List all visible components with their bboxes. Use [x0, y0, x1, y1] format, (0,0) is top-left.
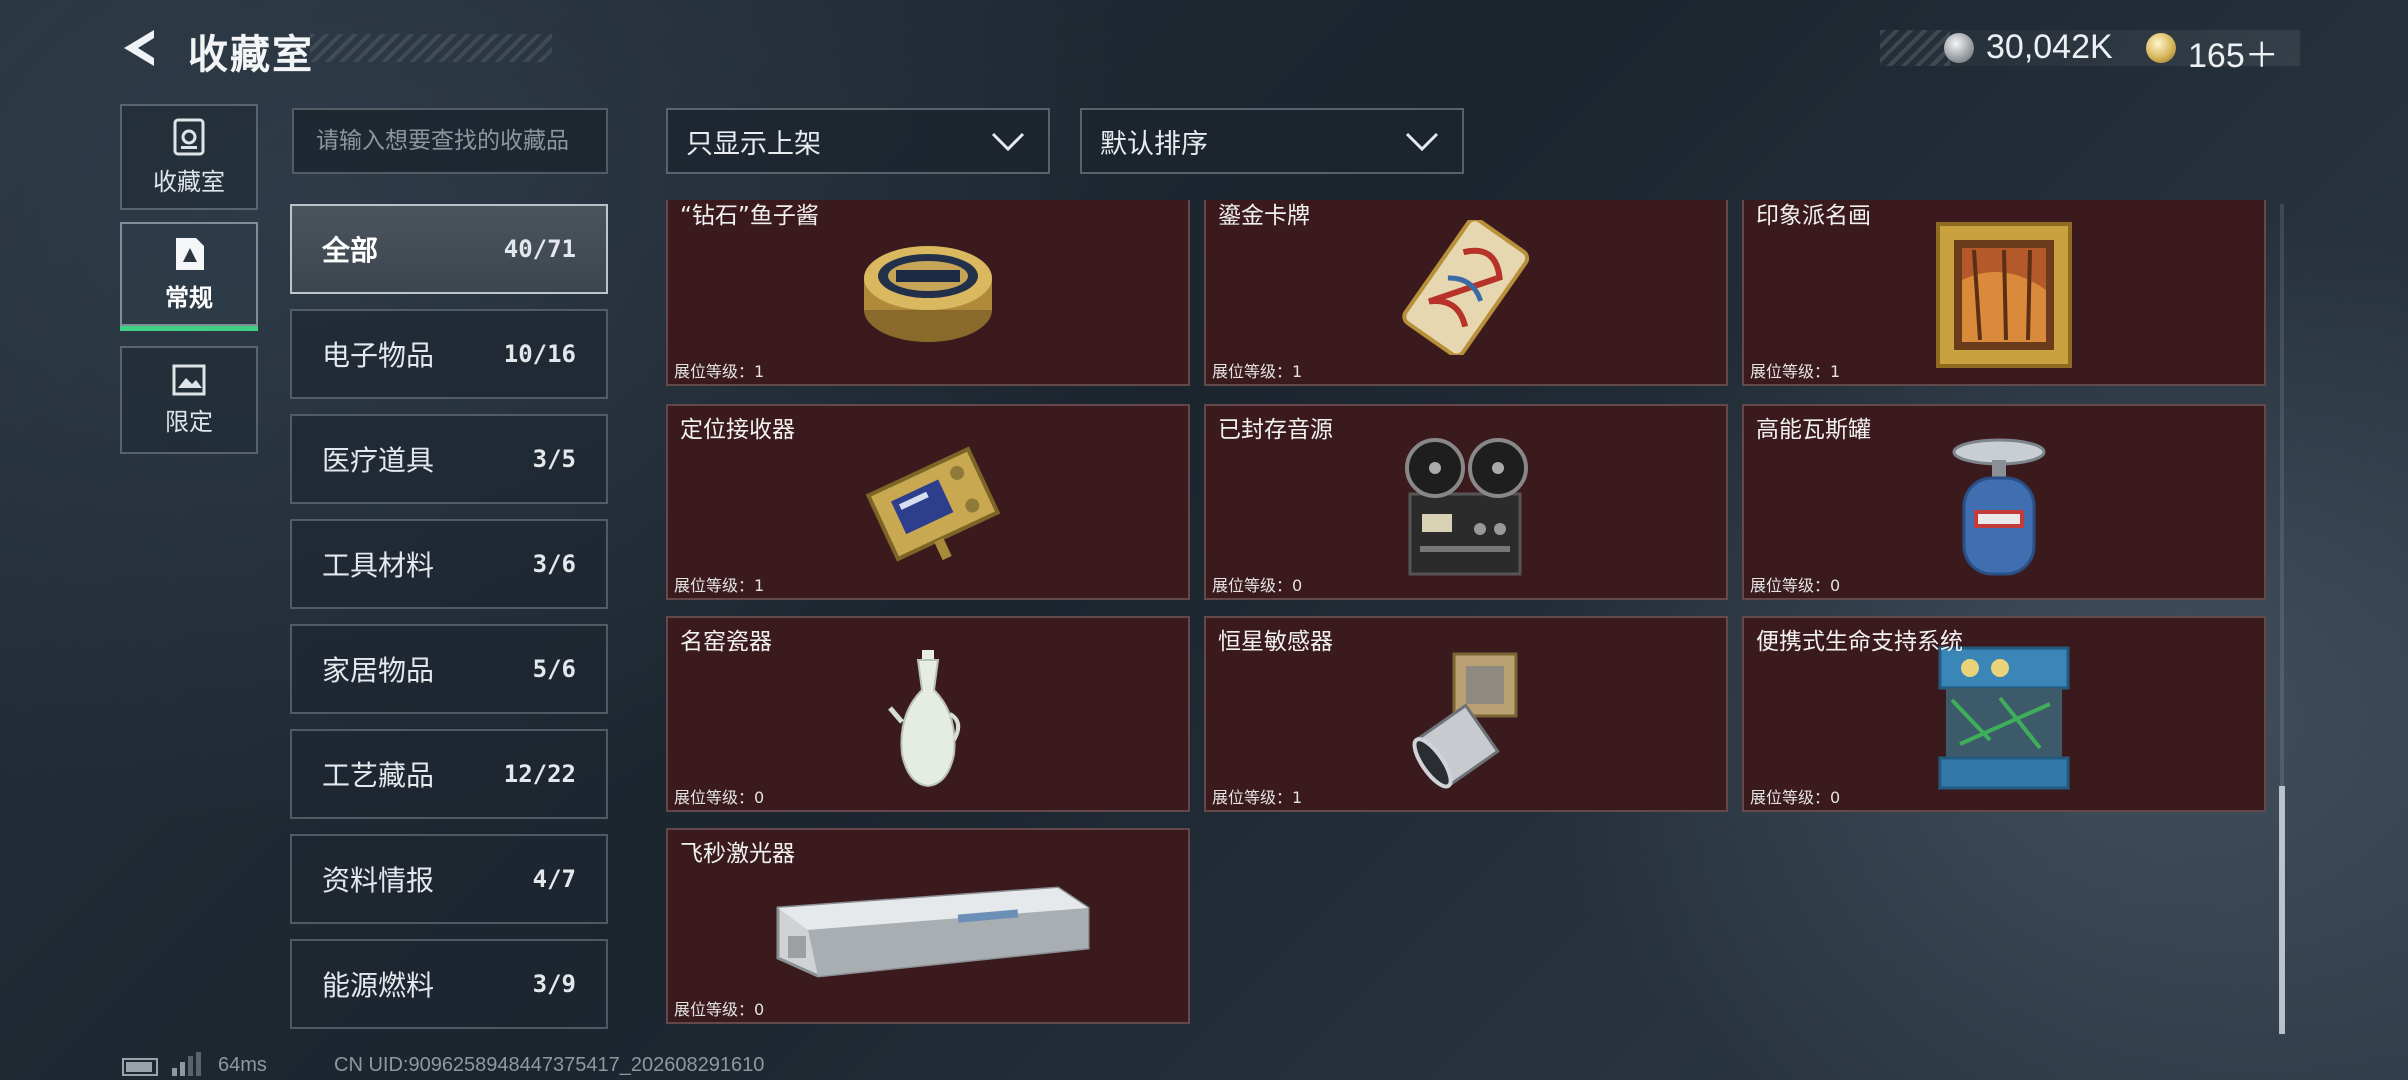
- caviar-tin-icon: [864, 246, 992, 342]
- category-all[interactable]: 全部 40/71: [290, 204, 608, 294]
- shelf-filter-value: 只显示上架: [686, 128, 821, 160]
- collection-item-card[interactable]: 印象派名画 展位等级：1: [1742, 200, 2266, 386]
- item-display-level: 展位等级：1: [1212, 362, 1303, 381]
- category-count: 4/7: [532, 865, 576, 893]
- item-display-level: 展位等级：0: [1750, 788, 1841, 807]
- life-support-icon: [1938, 646, 2070, 790]
- collection-item-card[interactable]: 定位接收器 展位等级：1: [666, 404, 1190, 600]
- ping-readout: 64ms: [218, 1054, 267, 1076]
- back-arrow-icon[interactable]: [118, 26, 162, 70]
- category-tools[interactable]: 工具材料 3/6: [290, 519, 608, 609]
- item-name: 飞秒激光器: [680, 841, 795, 867]
- locator-receiver-icon: [865, 446, 1001, 562]
- chevron-down-icon: [991, 132, 1025, 152]
- category-count: 3/5: [532, 445, 576, 473]
- category-count: 3/6: [532, 550, 576, 578]
- collection-item-card[interactable]: 便携式生命支持系统 展位等级：0: [1742, 616, 2266, 812]
- item-name: 便携式生命支持系统: [1756, 629, 1963, 655]
- item-display-level: 展位等级：1: [1212, 788, 1303, 807]
- regular-card-icon: [176, 237, 204, 270]
- silver-currency-amount: 30,042K: [1986, 28, 2113, 66]
- nav-label: 限定: [165, 407, 213, 436]
- collection-item-card[interactable]: 高能瓦斯罐 展位等级：0: [1742, 404, 2266, 600]
- shelf-filter-dropdown[interactable]: 只显示上架: [666, 108, 1050, 174]
- collection-box-icon: [173, 118, 205, 155]
- gilded-card-icon: [1402, 220, 1530, 355]
- limited-picture-icon: [172, 364, 206, 395]
- item-display-level: 展位等级：0: [1212, 576, 1303, 595]
- item-display-level: 展位等级：0: [674, 788, 765, 807]
- item-name: 定位接收器: [680, 417, 795, 443]
- active-nav-indicator: [120, 326, 258, 331]
- item-name: 印象派名画: [1756, 203, 1871, 229]
- category-medical[interactable]: 医疗道具 3/5: [290, 414, 608, 504]
- silver-coin-icon: [1944, 33, 1974, 63]
- category-label: 电子物品: [322, 339, 435, 372]
- chevron-down-icon: [1405, 132, 1439, 152]
- item-display-level: 展位等级：1: [1750, 362, 1841, 381]
- item-name: 已封存音源: [1218, 417, 1333, 443]
- collection-item-card[interactable]: 飞秒激光器 展位等级：0: [666, 828, 1190, 1024]
- battery-icon: [122, 1058, 158, 1076]
- currency-decoration: [1880, 30, 1950, 66]
- category-count: 5/6: [532, 655, 576, 683]
- collection-item-card[interactable]: 鎏金卡牌 展位等级：1: [1204, 200, 1728, 386]
- signal-icon: [172, 1052, 201, 1076]
- sort-order-value: 默认排序: [1100, 128, 1208, 160]
- title-decoration: [310, 34, 552, 62]
- category-label: 医疗道具: [322, 444, 435, 477]
- category-count: 3/9: [532, 970, 576, 998]
- collection-item-card[interactable]: 已封存音源 展位等级：0: [1204, 404, 1728, 600]
- category-energy[interactable]: 能源燃料 3/9: [290, 939, 608, 1029]
- gas-canister-icon: [1952, 438, 2046, 576]
- item-name: 高能瓦斯罐: [1756, 417, 1871, 443]
- category-household[interactable]: 家居物品 5/6: [290, 624, 608, 714]
- search-input[interactable]: [292, 108, 608, 174]
- porcelain-vase-icon: [888, 650, 961, 788]
- collection-item-card[interactable]: 名窑瓷器 展位等级：0: [666, 616, 1190, 812]
- star-sensor-icon: [1412, 652, 1518, 789]
- collection-grid: “钻石”鱼子酱 展位等级：1 鎏金卡牌 展位等级：1 印象派名画 展位等级：1: [666, 200, 2266, 1036]
- item-name: 鎏金卡牌: [1218, 203, 1310, 229]
- user-uid: CN UID:9096258948447375417_202608291610: [334, 1054, 765, 1076]
- category-label: 工艺藏品: [322, 759, 435, 792]
- sort-order-dropdown[interactable]: 默认排序: [1080, 108, 1464, 174]
- category-count: 10/16: [503, 340, 576, 368]
- collection-item-card[interactable]: 恒星敏感器 展位等级：1: [1204, 616, 1728, 812]
- category-electronics[interactable]: 电子物品 10/16: [290, 309, 608, 399]
- category-label: 全部: [322, 234, 379, 267]
- category-label: 工具材料: [322, 549, 435, 582]
- nav-limited[interactable]: 限定: [120, 346, 258, 454]
- category-intel[interactable]: 资料情报 4/7: [290, 834, 608, 924]
- category-count: 12/22: [503, 760, 576, 788]
- nav-label: 常规: [165, 283, 213, 312]
- femtosecond-laser-icon: [776, 886, 1090, 978]
- item-name: “钻石”鱼子酱: [680, 203, 819, 229]
- item-display-level: 展位等级：1: [674, 362, 765, 381]
- category-label: 家居物品: [322, 654, 435, 687]
- gold-currency-amount[interactable]: 165＋: [2188, 28, 2279, 77]
- page-title: 收藏室: [188, 32, 314, 78]
- item-name: 名窑瓷器: [680, 629, 772, 655]
- gold-coin-icon: [2146, 33, 2176, 63]
- nav-collection-room[interactable]: 收藏室: [120, 104, 258, 210]
- item-display-level: 展位等级：1: [674, 576, 765, 595]
- item-display-level: 展位等级：0: [674, 1000, 765, 1019]
- nav-regular[interactable]: 常规: [120, 222, 258, 326]
- nav-label: 收藏室: [153, 167, 225, 196]
- collection-item-card[interactable]: “钻石”鱼子酱 展位等级：1: [666, 200, 1190, 386]
- category-crafts[interactable]: 工艺藏品 12/22: [290, 729, 608, 819]
- grid-scrollbar-thumb[interactable]: [2279, 786, 2285, 1034]
- item-display-level: 展位等级：0: [1750, 576, 1841, 595]
- category-label: 资料情报: [322, 864, 435, 897]
- category-count: 40/71: [503, 235, 576, 263]
- category-label: 能源燃料: [322, 969, 435, 1002]
- framed-painting-icon: [1936, 222, 2072, 368]
- item-name: 恒星敏感器: [1218, 629, 1333, 655]
- reel-recorder-icon: [1405, 438, 1528, 576]
